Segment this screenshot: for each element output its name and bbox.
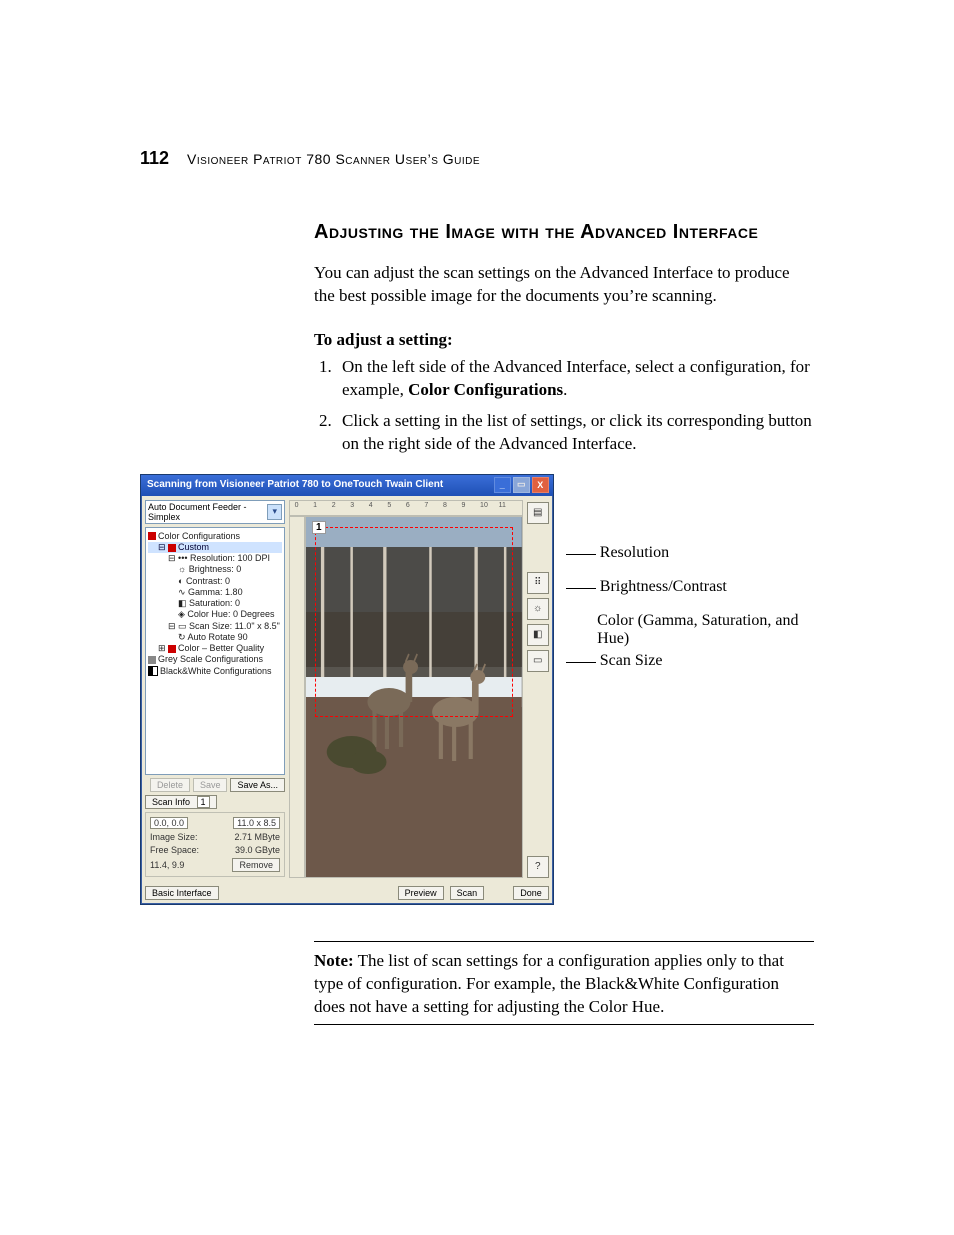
tree-scan-size[interactable]: Scan Size: 11.0" x 8.5"	[189, 621, 280, 631]
remove-button[interactable]: Remove	[232, 858, 280, 872]
new-config-icon[interactable]: ▤	[527, 502, 549, 524]
basic-interface-button[interactable]: Basic Interface	[145, 886, 219, 900]
step-1: On the left side of the Advanced Interfa…	[336, 356, 814, 402]
ruler-num: 2	[332, 502, 336, 509]
info-size: 11.0 x 8.5	[233, 817, 280, 829]
resolution-icon[interactable]: ⠿	[527, 572, 549, 594]
procedure-heading: To adjust a setting:	[314, 330, 814, 350]
callout-labels: Resolution Brightness/Contrast Color (Ga…	[554, 544, 814, 686]
ruler-num: 7	[424, 502, 428, 509]
ruler-num: 11	[499, 502, 506, 509]
selection-marquee[interactable]	[315, 527, 514, 716]
chevron-down-icon: ▾	[267, 504, 282, 520]
tree-hue[interactable]: Color Hue: 0 Degrees	[187, 609, 274, 619]
note-text: The list of scan settings for a configur…	[314, 951, 784, 1016]
tree-gamma[interactable]: Gamma: 1.80	[188, 587, 243, 597]
tree-color-config[interactable]: Color Configurations	[158, 531, 240, 541]
image-size-value: 2.71 MByte	[234, 832, 280, 842]
screenshot-window: Scanning from Visioneer Patriot 780 to O…	[140, 474, 554, 905]
tree-custom[interactable]: Custom	[178, 542, 209, 552]
window-titlebar: Scanning from Visioneer Patriot 780 to O…	[141, 475, 553, 496]
ruler-num: 8	[443, 502, 447, 509]
step-1-bold: Color Configurations	[408, 380, 563, 399]
brightness-contrast-icon[interactable]: ☼	[527, 598, 549, 620]
done-button[interactable]: Done	[513, 886, 549, 900]
ruler-num: 10	[480, 502, 488, 509]
tree-brightness[interactable]: Brightness: 0	[189, 564, 242, 574]
callout-scan-size: Scan Size	[600, 652, 663, 670]
minimize-button[interactable]: _	[494, 477, 511, 493]
scan-size-icon[interactable]: ▭	[527, 650, 549, 672]
callout-brightness: Brightness/Contrast	[600, 578, 727, 596]
tree-saturation[interactable]: Saturation: 0	[189, 598, 240, 608]
info-ratio: 11.4, 9.9	[150, 860, 184, 870]
tree-bw[interactable]: Black&White Configurations	[160, 666, 272, 676]
ruler-num: 4	[369, 502, 373, 509]
ruler-num: 3	[350, 502, 354, 509]
note-label: Note:	[314, 951, 354, 970]
step-1-text-c: .	[563, 380, 567, 399]
free-space-value: 39.0 GByte	[235, 845, 280, 855]
ruler-num: 0	[295, 502, 299, 509]
delete-button[interactable]: Delete	[150, 778, 190, 792]
preview-button[interactable]: Preview	[398, 886, 444, 900]
step-2: Click a setting in the list of settings,…	[336, 410, 814, 456]
save-as-button[interactable]: Save As...	[230, 778, 285, 792]
page-number: 112	[140, 148, 169, 169]
source-dropdown-value: Auto Document Feeder - Simplex	[148, 502, 267, 522]
close-button[interactable]: X	[532, 477, 549, 493]
intro-paragraph: You can adjust the scan settings on the …	[314, 262, 814, 308]
ruler-num: 5	[387, 502, 391, 509]
free-space-label: Free Space:	[150, 845, 199, 855]
page-index-label: 1	[312, 521, 326, 534]
info-origin: 0.0, 0.0	[150, 817, 188, 829]
scan-info-label: Scan Info	[152, 797, 190, 807]
ruler-num: 1	[313, 502, 317, 509]
save-button[interactable]: Save	[193, 778, 228, 792]
section-heading: Adjusting the Image with the Advanced In…	[314, 221, 814, 244]
help-icon[interactable]: ?	[527, 856, 549, 878]
vertical-ruler	[289, 516, 305, 878]
scan-info-page: 1	[197, 796, 210, 808]
tree-contrast[interactable]: Contrast: 0	[186, 576, 230, 586]
preview-area[interactable]: 1	[305, 516, 523, 878]
callout-color: Color (Gamma, Saturation, and Hue)	[597, 612, 814, 648]
tree-resolution[interactable]: Resolution: 100 DPI	[190, 553, 270, 563]
maximize-button[interactable]: ▭	[513, 477, 530, 493]
horizontal-ruler: 0 1 2 3 4 5 6 7 8 9 10 11	[289, 500, 523, 516]
source-dropdown[interactable]: Auto Document Feeder - Simplex ▾	[145, 500, 285, 524]
scan-info-button[interactable]: Scan Info 1	[145, 795, 217, 809]
scan-info-panel: 0.0, 0.0 11.0 x 8.5 Image Size: 2.71 MBy…	[145, 812, 285, 877]
config-tree[interactable]: Color Configurations ⊟ Custom ⊟ ••• Reso…	[145, 527, 285, 775]
ruler-num: 6	[406, 502, 410, 509]
page-header: 112 Visioneer Patriot 780 Scanner User’s…	[140, 148, 814, 169]
tree-auto-rotate[interactable]: Auto Rotate 90	[188, 632, 248, 642]
note-block: Note: The list of scan settings for a co…	[314, 941, 814, 1026]
scan-button[interactable]: Scan	[450, 886, 485, 900]
ruler-num: 9	[462, 502, 466, 509]
window-title: Scanning from Visioneer Patriot 780 to O…	[147, 479, 443, 490]
tree-grey[interactable]: Grey Scale Configurations	[158, 654, 263, 664]
tree-color-bq[interactable]: Color – Better Quality	[178, 643, 264, 653]
color-icon[interactable]: ◧	[527, 624, 549, 646]
image-size-label: Image Size:	[150, 832, 198, 842]
header-title: Visioneer Patriot 780 Scanner User’s Gui…	[187, 151, 480, 167]
callout-resolution: Resolution	[600, 544, 669, 562]
